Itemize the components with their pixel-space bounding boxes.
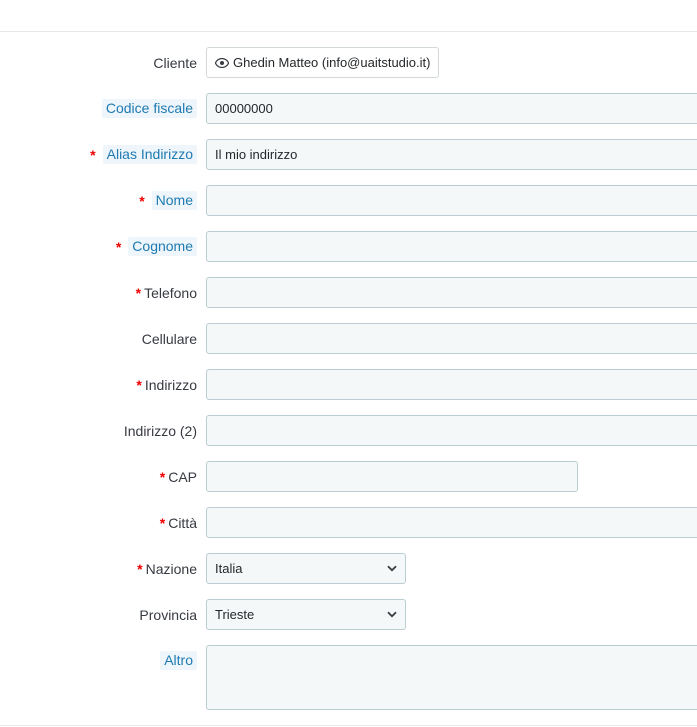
label-cliente-text: Cliente bbox=[153, 54, 197, 71]
provincia-select[interactable]: Trieste bbox=[206, 599, 406, 630]
label-indirizzo: * Indirizzo bbox=[136, 369, 197, 400]
alias-label[interactable]: Alias Indirizzo bbox=[102, 145, 197, 164]
eye-icon bbox=[215, 57, 229, 68]
required-marker: * bbox=[159, 468, 166, 485]
cognome-input[interactable] bbox=[206, 231, 697, 262]
cognome-label[interactable]: Cognome bbox=[128, 237, 197, 256]
telefono-input[interactable] bbox=[206, 277, 697, 308]
citta-label: Città bbox=[168, 514, 197, 531]
required-marker: * bbox=[137, 560, 143, 577]
codice-fiscale-label[interactable]: Codice fiscale bbox=[101, 99, 197, 118]
required-marker: * bbox=[136, 376, 142, 393]
indirizzo2-input[interactable] bbox=[206, 415, 697, 446]
label-nome: * Nome bbox=[139, 185, 197, 216]
nazione-value: Italia bbox=[215, 561, 243, 576]
label-citta: * Città bbox=[160, 507, 197, 538]
label-provincia: Provincia bbox=[139, 599, 197, 630]
indirizzo-label: Indirizzo bbox=[144, 376, 197, 393]
required-marker: * bbox=[139, 192, 145, 209]
label-cognome: * Cognome bbox=[116, 231, 197, 262]
label-nazione: * Nazione bbox=[137, 553, 197, 584]
codice-fiscale-input[interactable]: 00000000 bbox=[206, 93, 697, 124]
chevron-down-icon bbox=[387, 565, 397, 572]
altro-label[interactable]: Altro bbox=[160, 651, 197, 670]
nome-input[interactable] bbox=[206, 185, 697, 216]
required-marker: * bbox=[135, 284, 142, 301]
label-telefono: * Telefono bbox=[136, 277, 197, 308]
label-altro: Altro bbox=[160, 645, 197, 676]
indirizzo-input[interactable] bbox=[206, 369, 697, 400]
bottom-divider bbox=[0, 725, 697, 726]
citta-input[interactable] bbox=[206, 507, 697, 538]
required-marker: * bbox=[90, 146, 96, 163]
label-cellulare: Cellulare bbox=[142, 323, 197, 354]
label-cap: * CAP bbox=[160, 461, 197, 492]
alias-value: Il mio indirizzo bbox=[215, 147, 298, 162]
required-marker: * bbox=[159, 514, 166, 531]
label-alias: * Alias Indirizzo bbox=[90, 139, 197, 170]
client-name: Ghedin Matteo (info@uaitstudio.it) bbox=[233, 55, 431, 70]
nome-label[interactable]: Nome bbox=[151, 191, 197, 210]
label-indirizzo2: Indirizzo (2) bbox=[124, 415, 197, 446]
label-cliente: Cliente bbox=[153, 47, 197, 78]
client-link[interactable]: Ghedin Matteo (info@uaitstudio.it) bbox=[206, 47, 440, 78]
top-divider bbox=[0, 31, 697, 32]
provincia-value: Trieste bbox=[215, 607, 255, 622]
cellulare-label: Cellulare bbox=[141, 330, 197, 347]
provincia-label: Provincia bbox=[139, 606, 197, 623]
label-codice-fiscale: Codice fiscale bbox=[101, 93, 197, 124]
codice-fiscale-value: 00000000 bbox=[215, 101, 273, 116]
cap-label: CAP bbox=[168, 468, 197, 485]
nazione-select[interactable]: Italia bbox=[206, 553, 406, 584]
alias-input[interactable]: Il mio indirizzo bbox=[206, 139, 697, 170]
altro-textarea[interactable] bbox=[206, 645, 697, 710]
chevron-down-icon bbox=[387, 611, 397, 618]
cap-input[interactable] bbox=[206, 461, 578, 492]
nazione-label: Nazione bbox=[145, 560, 197, 577]
required-marker: * bbox=[115, 238, 122, 255]
indirizzo2-label: Indirizzo (2) bbox=[123, 422, 197, 439]
telefono-label: Telefono bbox=[144, 284, 197, 301]
cellulare-input[interactable] bbox=[206, 323, 697, 354]
